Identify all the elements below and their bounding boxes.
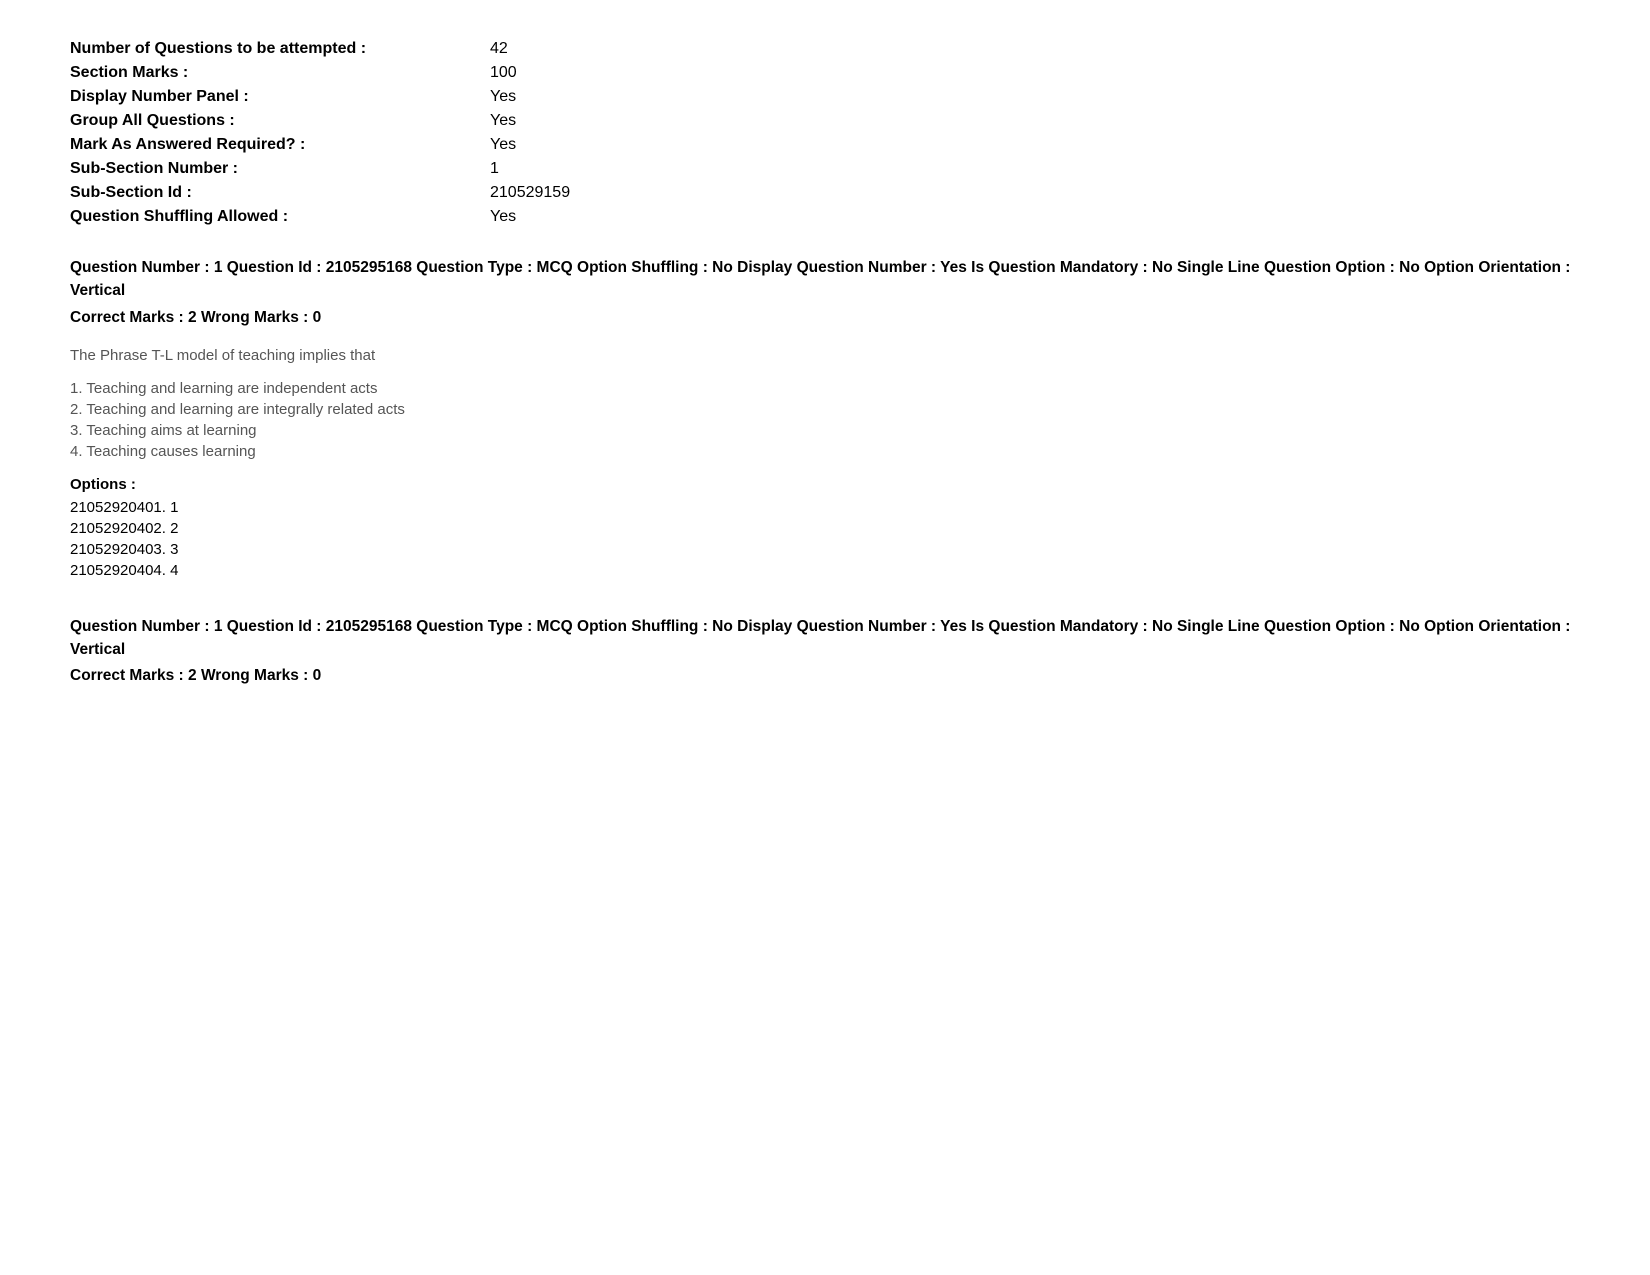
option-item: 2. Teaching and learning are integrally … — [70, 401, 1580, 418]
question-header: Question Number : 1 Question Id : 210529… — [70, 256, 1580, 303]
info-label: Group All Questions : — [70, 112, 490, 130]
options-list: 1. Teaching and learning are independent… — [70, 380, 1580, 460]
question-text: The Phrase T-L model of teaching implies… — [70, 347, 1580, 364]
info-label: Mark As Answered Required? : — [70, 136, 490, 154]
marks-line: Correct Marks : 2 Wrong Marks : 0 — [70, 667, 1580, 685]
info-row: Question Shuffling Allowed :Yes — [70, 208, 1580, 226]
question-block: Question Number : 1 Question Id : 210529… — [70, 256, 1580, 579]
option-id: 21052920403. 3 — [70, 541, 1580, 558]
info-value: 42 — [490, 40, 508, 58]
info-label: Sub-Section Number : — [70, 160, 490, 178]
info-label: Sub-Section Id : — [70, 184, 490, 202]
option-item: 1. Teaching and learning are independent… — [70, 380, 1580, 397]
info-row: Display Number Panel :Yes — [70, 88, 1580, 106]
option-id: 21052920401. 1 — [70, 499, 1580, 516]
question-block: Question Number : 1 Question Id : 210529… — [70, 615, 1580, 686]
info-label: Display Number Panel : — [70, 88, 490, 106]
info-label: Question Shuffling Allowed : — [70, 208, 490, 226]
option-item: 3. Teaching aims at learning — [70, 422, 1580, 439]
info-value: 210529159 — [490, 184, 570, 202]
info-label: Number of Questions to be attempted : — [70, 40, 490, 58]
question-header: Question Number : 1 Question Id : 210529… — [70, 615, 1580, 662]
info-value: Yes — [490, 208, 516, 226]
info-label: Section Marks : — [70, 64, 490, 82]
info-value: 1 — [490, 160, 499, 178]
option-id: 21052920402. 2 — [70, 520, 1580, 537]
info-row: Number of Questions to be attempted :42 — [70, 40, 1580, 58]
marks-line: Correct Marks : 2 Wrong Marks : 0 — [70, 309, 1580, 327]
info-row: Sub-Section Number :1 — [70, 160, 1580, 178]
info-row: Section Marks :100 — [70, 64, 1580, 82]
info-value: Yes — [490, 88, 516, 106]
option-id: 21052920404. 4 — [70, 562, 1580, 579]
options-label: Options : — [70, 476, 1580, 493]
info-value: 100 — [490, 64, 517, 82]
info-table: Number of Questions to be attempted :42S… — [70, 40, 1580, 226]
question-blocks-container: Question Number : 1 Question Id : 210529… — [70, 256, 1580, 685]
info-row: Sub-Section Id :210529159 — [70, 184, 1580, 202]
info-row: Mark As Answered Required? :Yes — [70, 136, 1580, 154]
info-row: Group All Questions :Yes — [70, 112, 1580, 130]
info-value: Yes — [490, 112, 516, 130]
info-value: Yes — [490, 136, 516, 154]
option-item: 4. Teaching causes learning — [70, 443, 1580, 460]
